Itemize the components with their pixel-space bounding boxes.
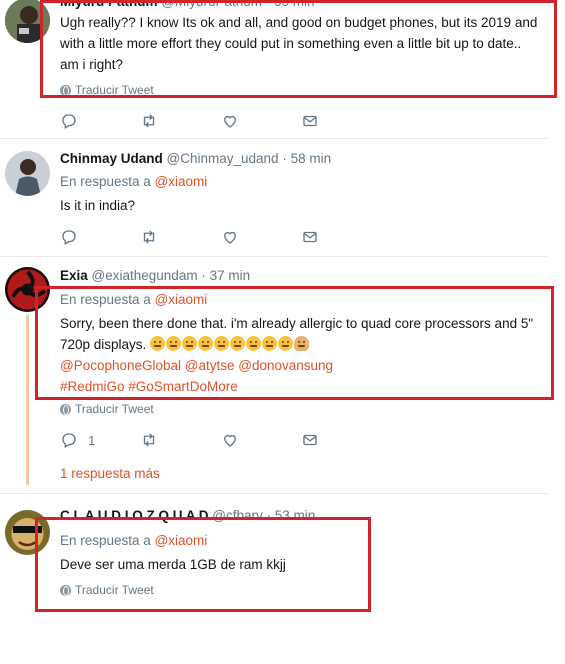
author-name[interactable]: C L A U D I O Z Q U A D <box>60 508 209 523</box>
dm-button[interactable] <box>301 111 319 131</box>
tweet-text-line: Ugh really?? I know Its ok and all, and … <box>60 15 538 30</box>
retweet-icon <box>143 230 155 244</box>
author-handle[interactable]: @MiyuruPathum <box>161 0 262 9</box>
retweet-button[interactable] <box>140 430 158 450</box>
emoji-icon <box>262 336 278 351</box>
reply-context: En respuesta a @xiaomi <box>60 174 207 189</box>
reply-icon <box>62 230 76 245</box>
emoji-icon <box>182 336 198 351</box>
author-handle[interactable]: @exiathegundam <box>92 268 198 283</box>
reply-count: 1 <box>88 432 96 448</box>
author-name[interactable]: Exia <box>60 268 88 283</box>
tweet-time[interactable]: · 55 min <box>266 0 315 9</box>
like-button[interactable] <box>221 111 239 131</box>
tweet-text-line: with a little more effort they could put… <box>60 36 522 51</box>
like-button[interactable] <box>221 227 239 247</box>
tweet-header: Miyuru Pathum @MiyuruPathum · 55 min <box>60 0 315 9</box>
more-replies-link[interactable]: 1 respuesta más <box>60 466 160 481</box>
translate-tweet-link[interactable]: Traducir Tweet <box>60 83 154 97</box>
like-icon <box>224 434 236 447</box>
tweet-header: C L A U D I O Z Q U A D @cfbarv · 53 min <box>60 508 315 523</box>
dm-button[interactable] <box>301 227 319 247</box>
emoji-icon <box>198 336 214 351</box>
reply-context: En respuesta a @xiaomi <box>60 292 207 307</box>
tweet-text-line: 720p displays. <box>60 334 533 355</box>
reply-button[interactable]: 1 <box>60 430 95 450</box>
globe-icon <box>60 584 71 596</box>
hashtag-links[interactable]: #RedmiGo #GoSmartDoMore <box>60 376 533 397</box>
translate-tweet-link[interactable]: Traducir Tweet <box>60 583 154 597</box>
reply-button[interactable] <box>60 111 78 131</box>
direct-message-icon <box>303 434 317 446</box>
emoji-icon <box>278 336 294 351</box>
emoji-icon <box>166 336 182 351</box>
tweet-time[interactable]: · 37 min <box>201 268 250 283</box>
tweet-text-line: Sorry, been there done that. i'm already… <box>60 316 534 331</box>
tweet-time[interactable]: · 53 min <box>267 508 316 523</box>
reply-context: En respuesta a @xiaomi <box>60 533 207 548</box>
reply-prefix: En respuesta a <box>60 533 151 548</box>
author-name[interactable]: Chinmay Udand <box>60 151 163 166</box>
mentions-links[interactable]: @PocophoneGlobal @atytse @donovansung <box>60 355 533 376</box>
avatar[interactable] <box>5 510 50 555</box>
person-facepalm-icon <box>294 336 310 351</box>
retweet-button[interactable] <box>140 111 158 131</box>
tweet-time[interactable]: · 58 min <box>282 151 331 166</box>
reply-button[interactable] <box>60 227 78 247</box>
emoji-icon <box>214 336 230 351</box>
globe-icon <box>60 403 71 415</box>
tweet-chinmay: Chinmay Udand @Chinmay_udand · 58 min En… <box>0 139 565 259</box>
translate-label: Traducir Tweet <box>75 83 154 97</box>
direct-message-icon <box>303 231 317 243</box>
tweet-text-fragment: 720p displays. <box>60 337 147 352</box>
tweet-actions <box>60 227 330 247</box>
translate-tweet-link[interactable]: Traducir Tweet <box>60 402 154 416</box>
reply-mention-link[interactable]: @xiaomi <box>155 292 208 307</box>
avatar[interactable] <box>5 267 50 312</box>
dm-button[interactable] <box>301 430 319 450</box>
author-name[interactable]: Miyuru Pathum <box>60 0 158 9</box>
reply-mention-link[interactable]: @xiaomi <box>155 533 208 548</box>
like-icon <box>224 231 236 244</box>
emoji-icon <box>246 336 262 351</box>
translate-label: Traducir Tweet <box>75 583 154 597</box>
reply-icon <box>62 114 76 129</box>
reply-prefix: En respuesta a <box>60 174 151 189</box>
author-handle[interactable]: @Chinmay_udand <box>167 151 279 166</box>
reply-mention-link[interactable]: @xiaomi <box>155 174 208 189</box>
tweet-text: Ugh really?? I know Its ok and all, and … <box>60 12 537 75</box>
emoji-icon <box>230 336 246 351</box>
retweet-icon <box>143 433 155 447</box>
reply-prefix: En respuesta a <box>60 292 151 307</box>
tweet-actions: 1 <box>60 430 330 450</box>
reply-icon <box>62 433 76 448</box>
tweet-miyuru: Miyuru Pathum @MiyuruPathum · 55 min Ugh… <box>0 0 565 135</box>
tweet-header: Chinmay Udand @Chinmay_udand · 58 min <box>60 151 331 166</box>
tweet-header: Exia @exiathegundam · 37 min <box>60 268 250 283</box>
tweet-text: Is it in india? <box>60 198 136 213</box>
tweet-actions <box>60 111 330 131</box>
avatar[interactable] <box>5 151 50 196</box>
retweet-button[interactable] <box>140 227 158 247</box>
emoji-icon <box>150 336 166 351</box>
retweet-icon <box>143 114 155 128</box>
author-handle[interactable]: @cfbarv <box>212 508 262 523</box>
translate-label: Traducir Tweet <box>75 402 154 416</box>
tweet-text-line: am i right? <box>60 57 124 72</box>
tweet-text: Deve ser uma merda 1GB de ram kkjj <box>60 557 286 572</box>
like-icon <box>224 115 236 128</box>
globe-icon <box>60 84 71 96</box>
tweet-exia: Exia @exiathegundam · 37 min En respuest… <box>0 257 565 487</box>
tweet-claudio: C L A U D I O Z Q U A D @cfbarv · 53 min… <box>0 494 565 664</box>
like-button[interactable] <box>221 430 239 450</box>
tweet-text: Sorry, been there done that. i'm already… <box>60 313 533 397</box>
avatar[interactable] <box>5 0 50 43</box>
direct-message-icon <box>303 115 317 127</box>
